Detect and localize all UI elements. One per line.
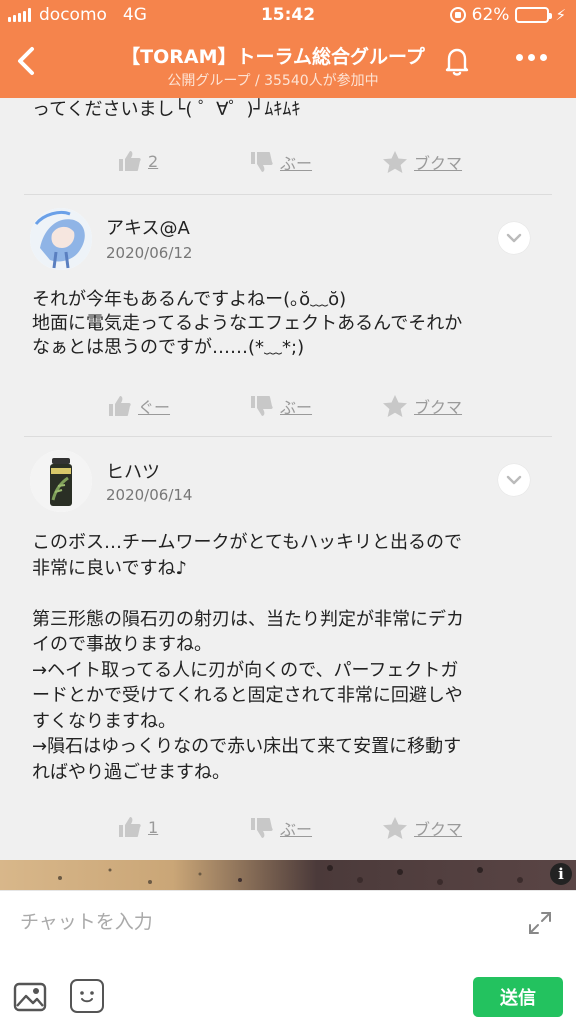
post-actions: ぐー ぶー ブクマ <box>0 394 576 424</box>
avatar[interactable] <box>30 208 92 270</box>
thumbs-up-icon <box>119 817 141 837</box>
orientation-lock-icon <box>449 7 466 23</box>
post-date: 2020/06/12 <box>106 244 193 262</box>
dislike-button[interactable]: ぶー <box>250 816 312 840</box>
ad-info-icon[interactable]: i <box>550 863 572 885</box>
image-icon[interactable] <box>12 979 48 1015</box>
post-date: 2020/06/14 <box>106 486 193 504</box>
bell-icon[interactable] <box>440 44 474 78</box>
star-icon <box>383 395 407 417</box>
avatar[interactable] <box>30 450 92 512</box>
charging-icon: ⚡ <box>555 6 566 24</box>
thumbs-up-icon <box>109 396 131 416</box>
post-menu-button[interactable] <box>498 222 530 254</box>
battery-percent: 62% <box>471 5 510 25</box>
thumbs-down-icon <box>251 152 273 172</box>
expand-icon[interactable] <box>526 909 554 937</box>
post-text: このボス…チームワークがとてもハッキリと出るので 非常に良いですね♪ 第三形態の… <box>32 532 464 783</box>
post-text: ってくださいまし└( ゜∀゜)┘ﾑｷﾑｷ <box>32 99 301 120</box>
star-icon <box>383 151 407 173</box>
like-button[interactable]: ぐー <box>108 394 170 418</box>
back-arrow-icon[interactable] <box>10 44 44 78</box>
chat-composer: チャットを入力 送信 <box>0 890 576 1024</box>
chat-input[interactable]: チャットを入力 <box>20 907 153 934</box>
like-button[interactable]: 1 <box>118 816 158 838</box>
like-label: 2 <box>148 151 159 171</box>
thumbs-down-icon <box>251 396 273 416</box>
username[interactable]: アキス@A <box>106 214 190 240</box>
bookmark-label: ブクマ <box>414 154 463 173</box>
divider <box>24 436 552 437</box>
post-actions: 1 ぶー ブクマ <box>0 816 576 846</box>
send-button[interactable]: 送信 <box>473 977 563 1017</box>
dislike-label: ぶー <box>280 820 313 839</box>
more-menu-icon[interactable] <box>516 54 547 61</box>
chevron-down-icon <box>506 233 522 243</box>
bookmark-button[interactable]: ブクマ <box>382 816 462 840</box>
group-subtitle: 公開グループ / 35540人が参加中 <box>167 73 379 89</box>
group-title: 【TORAM】トーラム総合グループ <box>121 46 425 68</box>
sticker-icon[interactable] <box>70 979 104 1013</box>
post-text: それが今年もあるんですよねー(｡ŏ﹏ŏ) 地面に電気走ってるようなエフェクトある… <box>32 289 463 358</box>
nav-bar: 【TORAM】トーラム総合グループ 公開グループ / 35540人が参加中 <box>0 30 576 98</box>
star-icon <box>383 817 407 839</box>
post-actions: 2 ぶー ブクマ <box>0 150 576 180</box>
chevron-down-icon <box>506 475 522 485</box>
status-bar: docomo 4G 15:42 62% ⚡ <box>0 0 576 30</box>
username[interactable]: ヒハツ <box>106 458 160 484</box>
bookmark-button[interactable]: ブクマ <box>382 150 462 174</box>
divider <box>24 194 552 195</box>
post-menu-button[interactable] <box>498 464 530 496</box>
thumbs-up-icon <box>119 151 141 171</box>
post-list: ってくださいまし└( ゜∀゜)┘ﾑｷﾑｷ 2 ぶー ブクマ アキス@A 2020… <box>0 98 576 860</box>
dislike-label: ぶー <box>280 154 313 173</box>
like-label: ぐー <box>138 398 171 417</box>
battery-icon <box>515 7 553 23</box>
bookmark-label: ブクマ <box>414 820 463 839</box>
bookmark-button[interactable]: ブクマ <box>382 394 462 418</box>
like-button[interactable]: 2 <box>118 150 158 172</box>
like-label: 1 <box>148 817 159 837</box>
banner-image <box>58 865 523 885</box>
dislike-label: ぶー <box>280 398 313 417</box>
dislike-button[interactable]: ぶー <box>250 150 312 174</box>
bookmark-label: ブクマ <box>414 398 463 417</box>
ad-banner[interactable]: i <box>0 860 576 890</box>
dislike-button[interactable]: ぶー <box>250 394 312 418</box>
app-header: docomo 4G 15:42 62% ⚡ 【TORAM】トーラム総合グループ … <box>0 0 576 98</box>
thumbs-down-icon <box>251 818 273 838</box>
